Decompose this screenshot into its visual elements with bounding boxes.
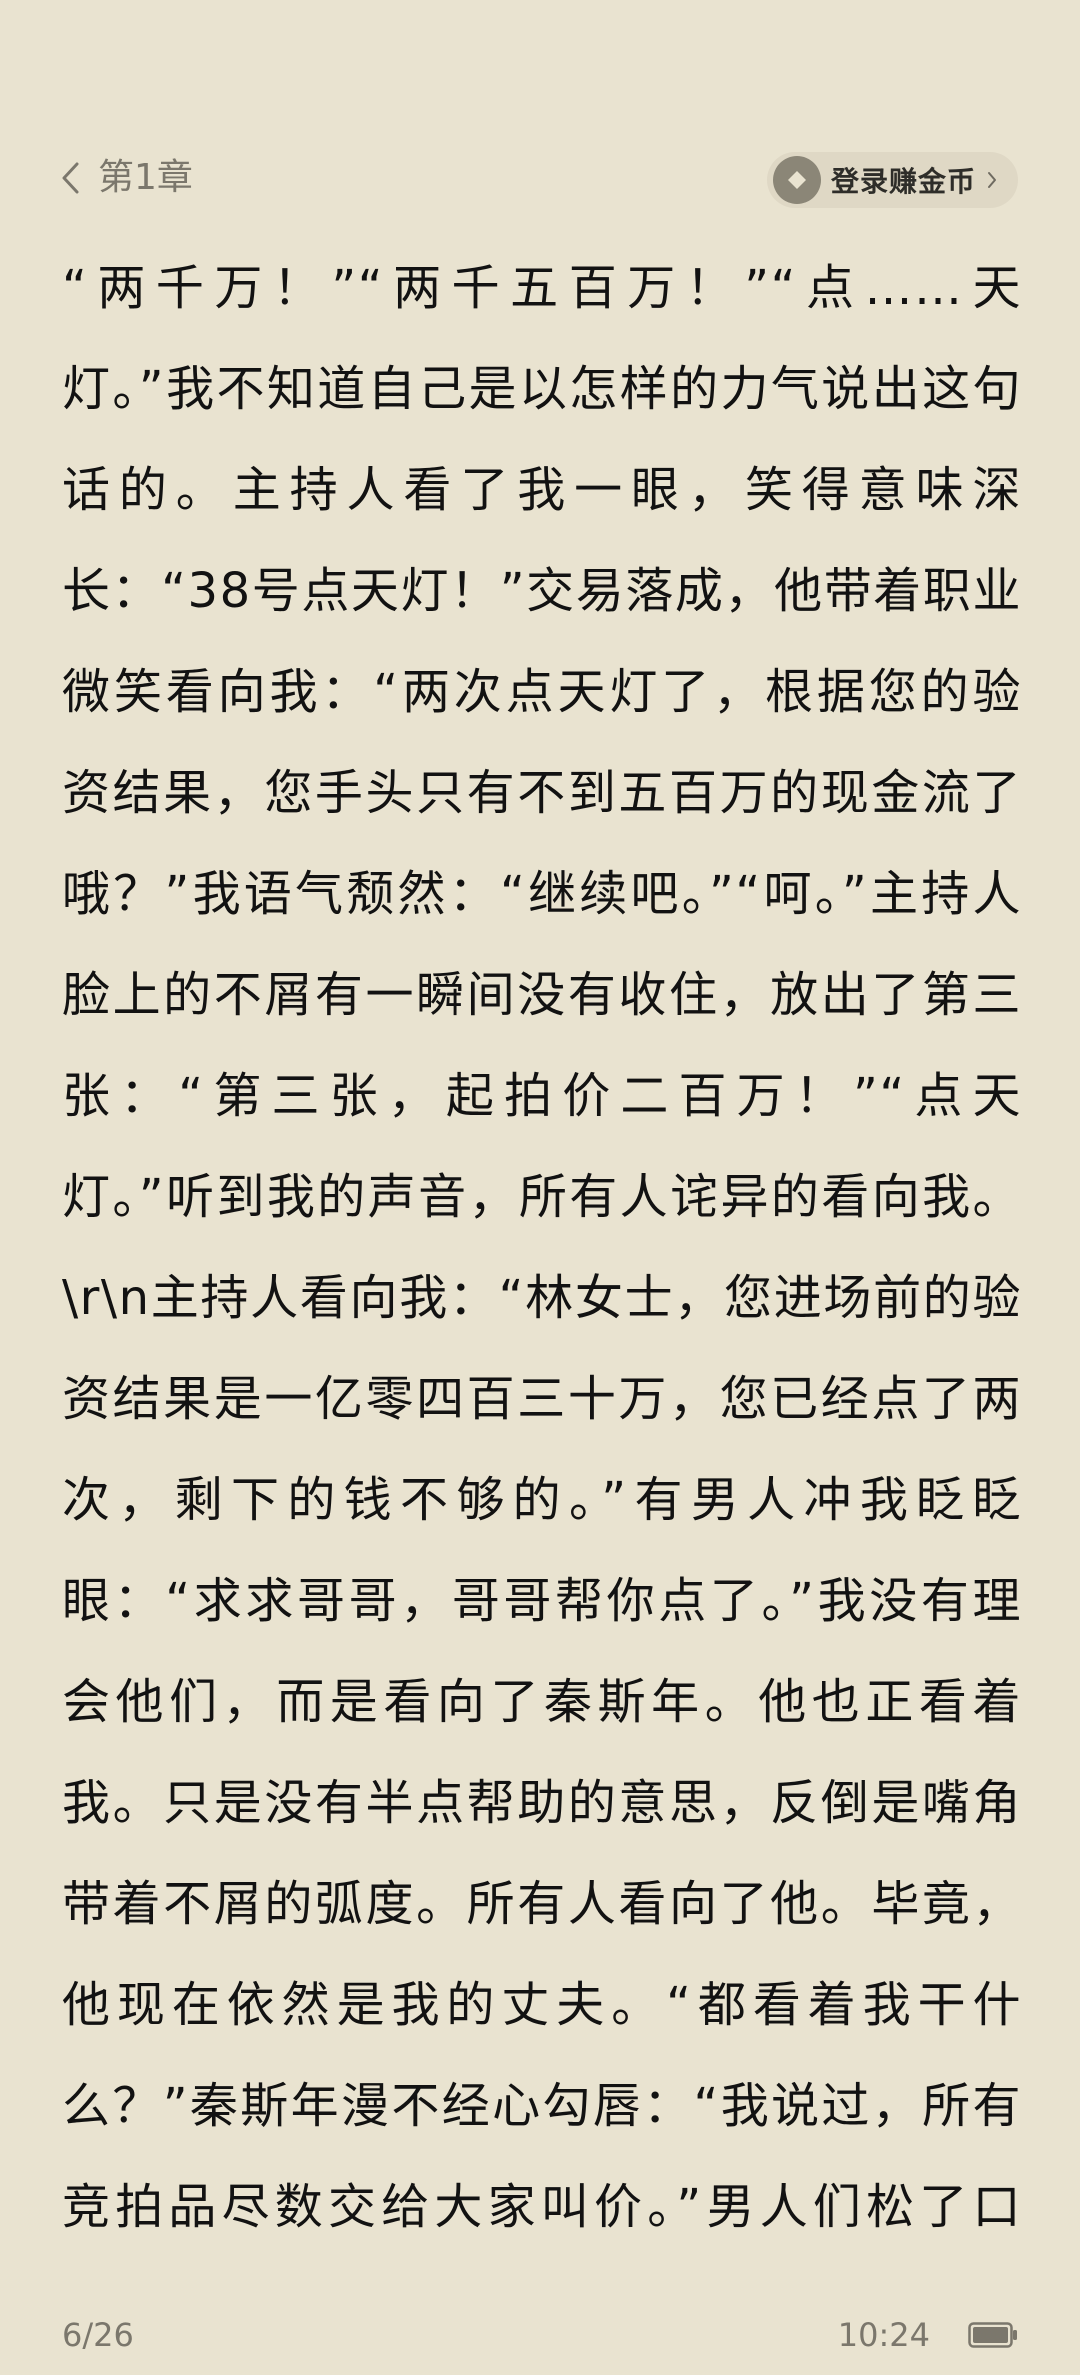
back-button[interactable] — [56, 158, 84, 198]
coin-diamond-icon — [772, 156, 821, 204]
chevron-left-icon — [62, 162, 79, 194]
chevron-right-icon — [986, 170, 998, 190]
battery-icon — [968, 2322, 1018, 2348]
page-indicator: 6/26 — [62, 2316, 134, 2354]
reading-content[interactable]: “两千万！”“两千五百万！”“点……天灯。”我不知道自己是以怎样的力气说出这句话… — [62, 238, 1022, 2268]
reader-top-bar: 第1章 登录赚金币 — [0, 140, 1080, 220]
chapter-title[interactable]: 第1章 — [98, 150, 193, 206]
login-earn-coins-button[interactable]: 登录赚金币 — [766, 152, 1018, 208]
reader-footer: 6/26 10:24 — [0, 2310, 1080, 2360]
clock: 10:24 — [837, 2316, 930, 2354]
chapter-text: “两千万！”“两千五百万！”“点……天灯。”我不知道自己是以怎样的力气说出这句话… — [62, 260, 1022, 2235]
coin-button-label: 登录赚金币 — [830, 165, 976, 198]
